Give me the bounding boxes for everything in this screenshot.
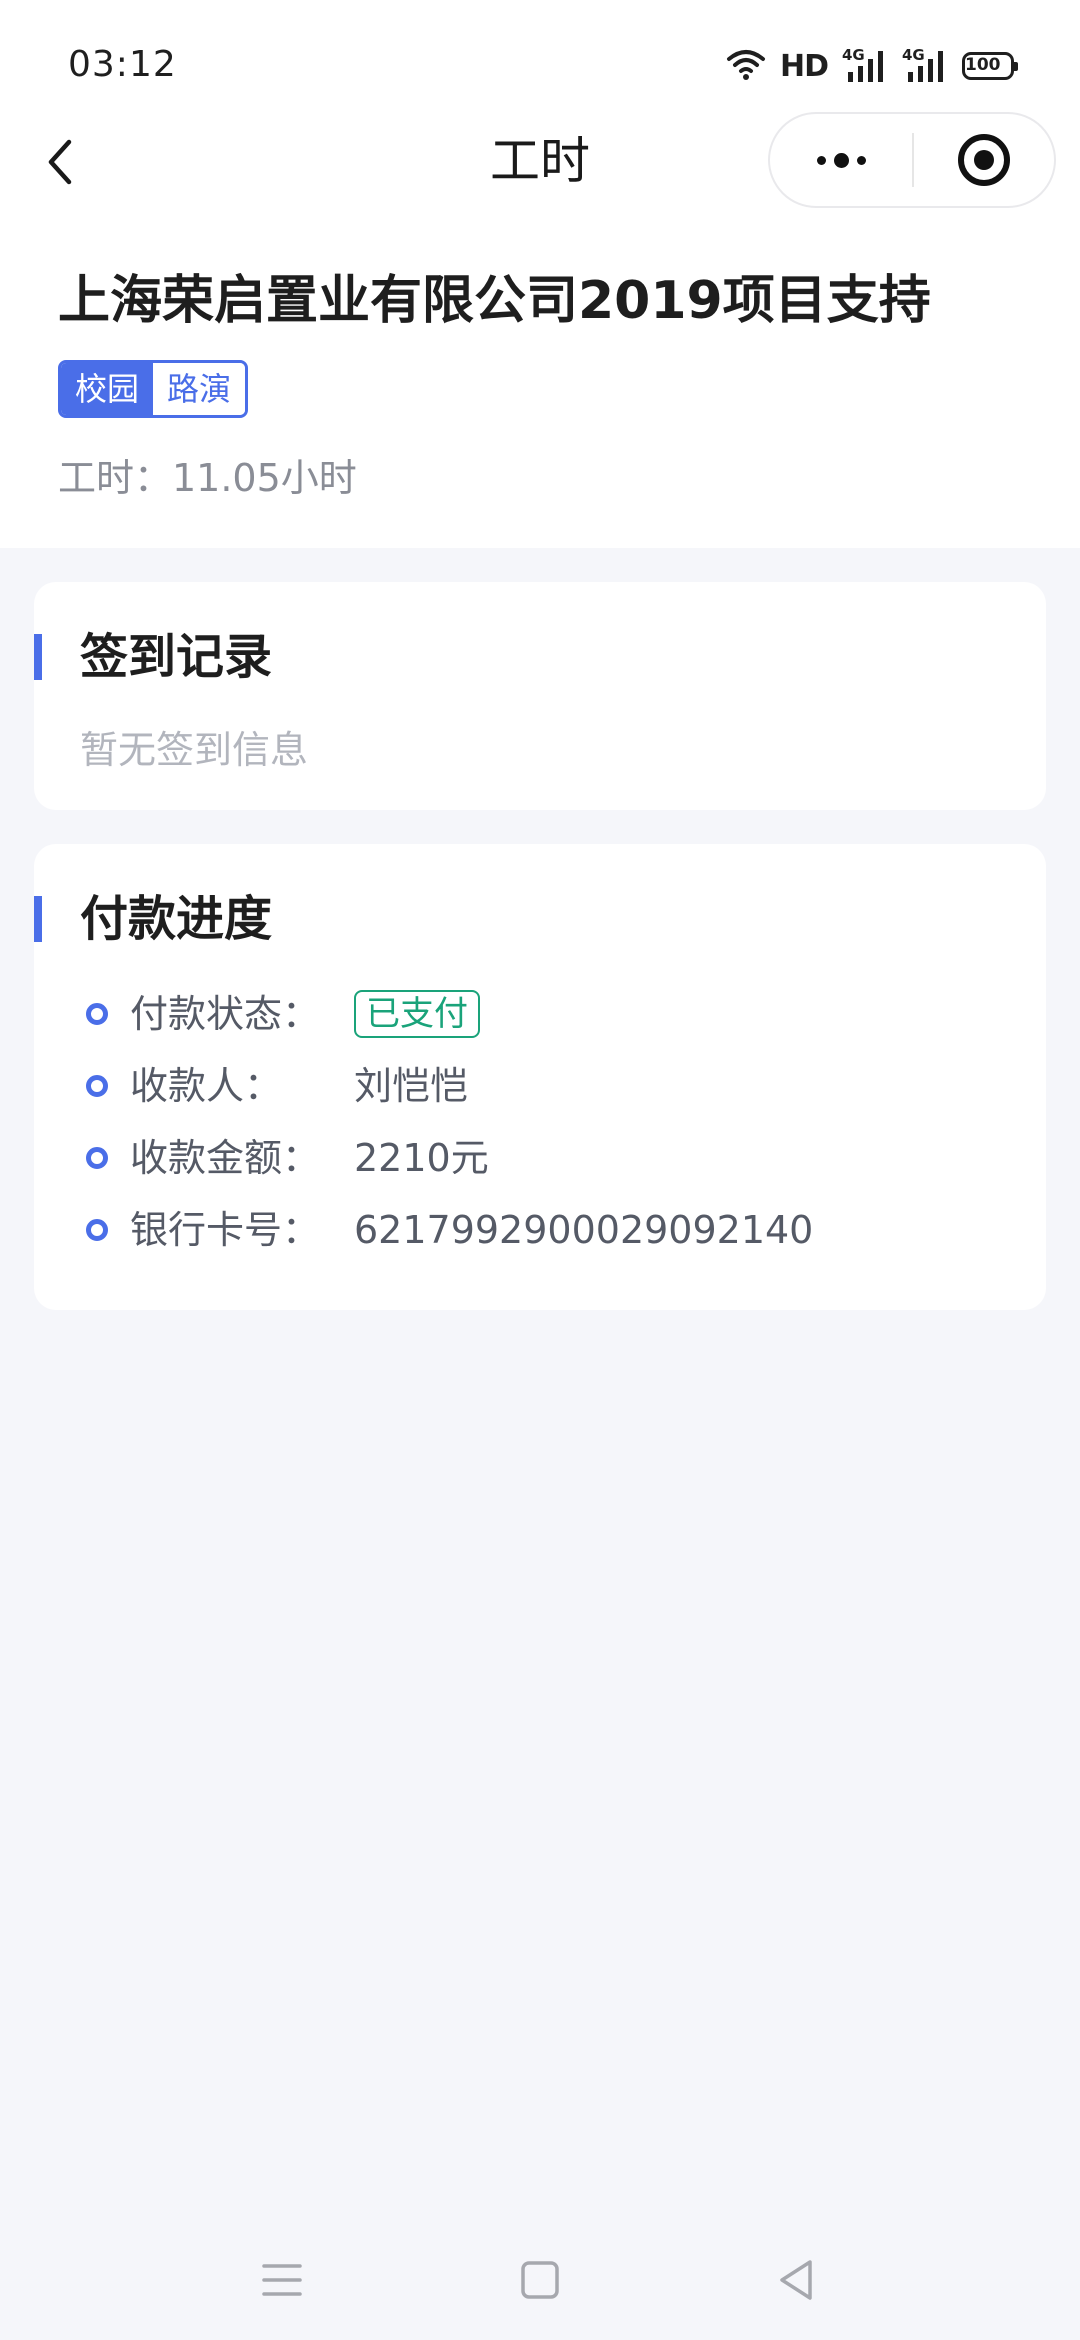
home-button[interactable] xyxy=(510,2250,570,2310)
section-accent-bar xyxy=(34,634,42,680)
status-icons: HD 4G 4G 100 xyxy=(712,46,1018,86)
bank-card-label: 银行卡号： xyxy=(130,1208,321,1252)
payment-status-row: 付款状态： 已支付 xyxy=(86,984,1006,1044)
bullet-icon xyxy=(86,1219,108,1241)
amount-row: 收款金额： 2210元 xyxy=(86,1128,1006,1188)
checkin-empty-text: 暂无签到信息 xyxy=(80,728,309,772)
checkin-title: 签到记录 xyxy=(80,629,273,685)
payment-card: 付款进度 付款状态： 已支付 收款人： 刘恺恺 收款金额： 2210元 银行卡号… xyxy=(34,844,1046,1310)
work-hours: 工时：11.05小时 xyxy=(58,456,357,500)
project-title: 上海荣启置业有限公司2019项目支持 xyxy=(58,271,931,331)
tag-roadshow: 路演 xyxy=(153,363,246,415)
back-triangle-icon xyxy=(780,2260,812,2300)
miniapp-capsule xyxy=(768,112,1056,208)
bullet-icon xyxy=(86,1003,108,1025)
close-miniapp-button[interactable] xyxy=(914,114,1054,206)
amount-label: 收款金额： xyxy=(130,1136,321,1180)
more-button[interactable] xyxy=(770,114,912,206)
bullet-icon xyxy=(86,1075,108,1097)
bank-card-value: 6217992900029092140 xyxy=(354,1208,814,1252)
payee-row: 收款人： 刘恺恺 xyxy=(86,1056,1006,1116)
tag-campus: 校园 xyxy=(61,363,154,415)
bullet-icon xyxy=(86,1147,108,1169)
amount-value: 2210元 xyxy=(354,1136,489,1180)
home-square-icon xyxy=(521,2261,559,2299)
battery-level: 100 xyxy=(965,55,1001,75)
tag-group: 校园 路演 xyxy=(58,360,249,418)
signal-icon: 4G xyxy=(842,46,888,84)
bank-card-row: 银行卡号： 6217992900029092140 xyxy=(86,1200,1006,1260)
battery-icon: 100 xyxy=(962,52,1018,80)
checkin-card: 签到记录 暂无签到信息 xyxy=(34,582,1046,810)
system-nav-bar xyxy=(0,2220,1080,2330)
payment-status-label: 付款状态： xyxy=(130,992,321,1036)
wifi-icon xyxy=(726,47,766,85)
status-time: 03:12 xyxy=(68,44,177,85)
payment-title: 付款进度 xyxy=(80,891,273,947)
signal-icon: 4G xyxy=(902,46,948,84)
payment-status-badge: 已支付 xyxy=(354,990,480,1038)
more-dots-icon xyxy=(813,152,870,168)
payee-value: 刘恺恺 xyxy=(354,1064,469,1108)
recent-apps-button[interactable] xyxy=(252,2250,312,2310)
status-bar: 03:12 HD 4G 4G 100 xyxy=(0,0,1080,120)
section-accent-bar xyxy=(34,896,42,942)
system-back-button[interactable] xyxy=(766,2250,826,2310)
menu-icon xyxy=(262,2264,302,2296)
hd-icon: HD xyxy=(779,48,829,84)
target-icon xyxy=(958,134,1010,186)
payee-label: 收款人： xyxy=(130,1064,283,1108)
